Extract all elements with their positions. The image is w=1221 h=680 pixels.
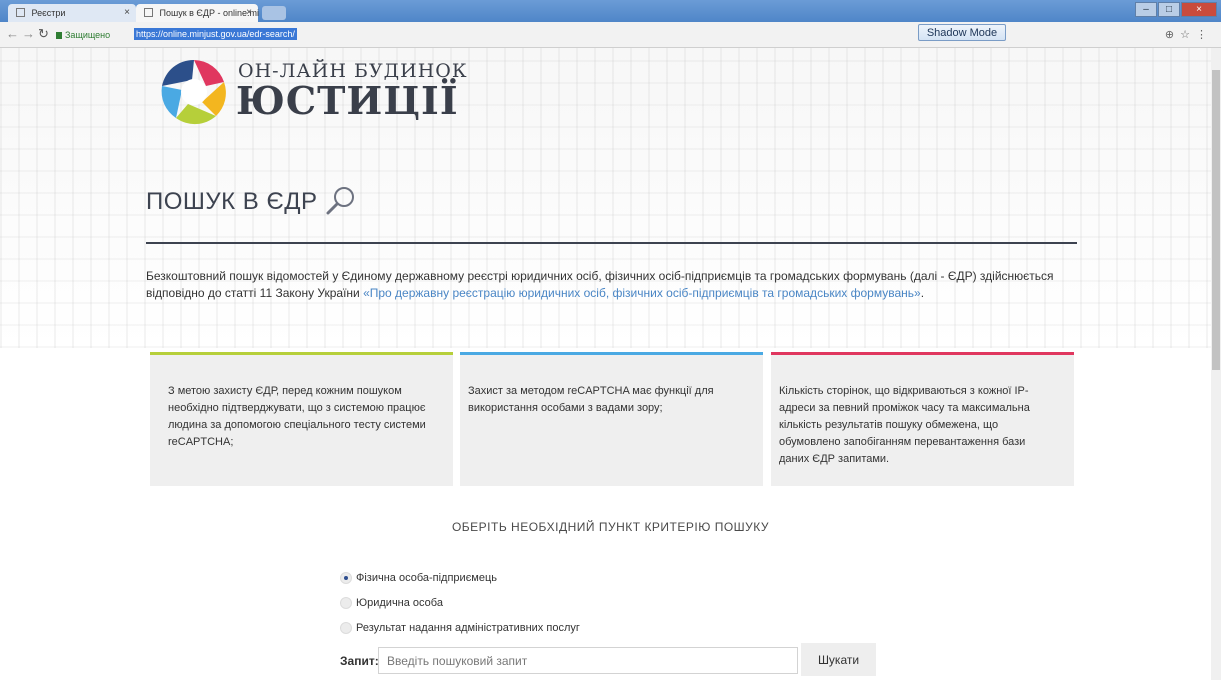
back-arrow-icon[interactable]: ← (6, 26, 19, 41)
radio-selected-icon[interactable] (340, 572, 352, 584)
tab-label: Пошук в ЄДР - online.mi (159, 8, 260, 18)
browser-tab-edr-search[interactable]: Пошук в ЄДР - online.mi × (136, 4, 260, 22)
radio-unselected-icon[interactable] (340, 622, 352, 634)
lock-icon (56, 32, 62, 39)
page-favicon-icon (16, 8, 25, 17)
intro-tail: . (920, 286, 925, 300)
browser-titlebar: Реєстри × Пошук в ЄДР - online.mi × – □ … (0, 0, 1221, 22)
intro-paragraph: Безкоштовний пошук відомостей у Єдиному … (146, 268, 1077, 302)
search-icon (326, 187, 354, 215)
search-button[interactable]: Шукати (801, 643, 876, 676)
radio-unselected-icon[interactable] (340, 597, 352, 609)
card-text: Захист за методом reCAPTCHA має функції … (468, 385, 714, 414)
page-title: ПОШУК В ЄДР (146, 188, 318, 215)
shadow-mode-button[interactable]: Shadow Mode (918, 24, 1006, 41)
law-link[interactable]: «Про державну реєстрацію юридичних осіб,… (363, 286, 921, 300)
page-content: ОН-ЛАЙН БУДИНОК ЮСТИЦІЇ ПОШУК В ЄДР Безк… (0, 48, 1221, 680)
new-tab-button[interactable] (262, 6, 286, 20)
browser-tab-registries[interactable]: Реєстри × (8, 4, 136, 22)
radio-label: Фізична особа-підприємець (356, 572, 498, 584)
reload-icon[interactable]: ↻ (38, 26, 49, 42)
secure-label: Защищено (65, 30, 111, 40)
tab-close-icon[interactable]: × (124, 4, 130, 22)
minimize-button[interactable]: – (1135, 2, 1157, 17)
radio-label: Юридична особа (356, 597, 443, 609)
radio-label: Результат надання адміністративних послу… (356, 622, 580, 634)
scrollbar-thumb[interactable] (1212, 70, 1220, 370)
tab-close-icon[interactable]: × (246, 4, 252, 22)
card-text: Кількість сторінок, що відкриваються з к… (779, 385, 1030, 465)
tab-label: Реєстри (31, 8, 66, 18)
radio-individual-entrepreneur[interactable]: Фізична особа-підприємець (340, 570, 497, 586)
window-controls: – □ × (1135, 2, 1217, 17)
info-card-recaptcha: З метою захисту ЄДР, перед кожним пошуко… (150, 352, 453, 486)
secure-indicator[interactable]: Защищено (56, 30, 110, 40)
title-divider (146, 242, 1077, 244)
logo-line-2: ЮСТИЦІЇ (236, 78, 459, 123)
page-favicon-icon (144, 8, 153, 17)
justice-logo-icon (161, 59, 226, 125)
info-card-accessibility: Захист за методом reCAPTCHA має функції … (460, 352, 763, 486)
query-input[interactable] (378, 647, 798, 674)
radio-legal-entity[interactable]: Юридична особа (340, 595, 443, 611)
zoom-and-bookmark-icons[interactable]: ⊕☆⋮ (1165, 28, 1213, 41)
url-field[interactable]: https://online.minjust.gov.ua/edr-search… (134, 28, 297, 40)
window-close-button[interactable]: × (1181, 2, 1217, 17)
query-label: Запит: (340, 654, 379, 668)
maximize-button[interactable]: □ (1158, 2, 1180, 17)
address-bar: ← → ↻ Защищено https://online.minjust.go… (0, 22, 1221, 48)
scrollbar[interactable] (1211, 48, 1221, 680)
card-text: З метою захисту ЄДР, перед кожним пошуко… (168, 385, 426, 448)
forward-arrow-icon[interactable]: → (22, 26, 35, 41)
info-card-limits: Кількість сторінок, що відкриваються з к… (771, 352, 1074, 486)
criteria-title: ОБЕРІТЬ НЕОБХІДНИЙ ПУНКТ КРИТЕРІЮ ПОШУКУ (451, 520, 770, 534)
radio-admin-services-result[interactable]: Результат надання адміністративних послу… (340, 620, 580, 636)
